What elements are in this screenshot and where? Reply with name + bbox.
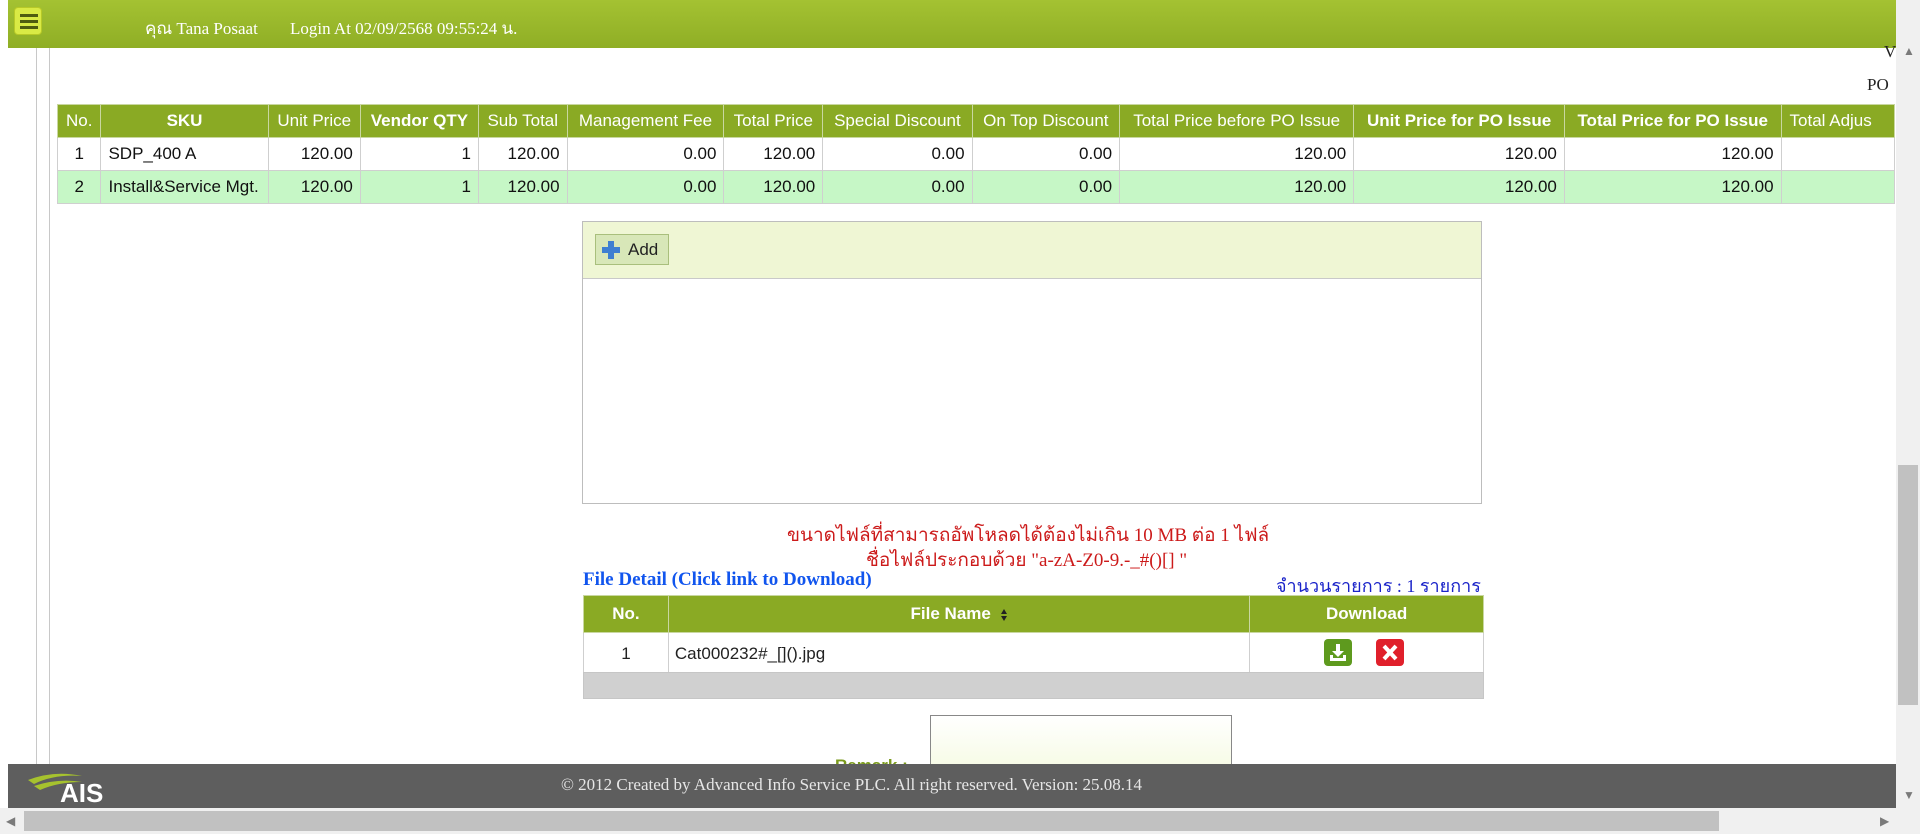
scroll-up-arrow-icon[interactable]: ▲ (1903, 44, 1915, 58)
table-row: 2 Install&Service Mgt. 120.00 1 120.00 0… (57, 170, 1895, 204)
cell-vendor-qty: 1 (359, 137, 480, 171)
vertical-scroll-thumb[interactable] (1898, 465, 1918, 705)
cell-on-top-discount: 0.00 (971, 170, 1121, 204)
download-icon[interactable] (1324, 639, 1353, 666)
file-drop-area[interactable] (583, 279, 1481, 503)
cell-total-price-po: 120.00 (1563, 170, 1782, 204)
scroll-right-arrow-icon[interactable]: ▶ (1880, 814, 1889, 828)
truncated-label-po: PO (1867, 75, 1889, 94)
file-actions-cell (1249, 632, 1484, 676)
cell-on-top-discount: 0.00 (971, 137, 1121, 171)
col-header-file-name[interactable]: File Name (667, 595, 1251, 633)
file-table-header: No. File Name Download (583, 595, 1484, 633)
delete-icon[interactable] (1376, 639, 1405, 666)
col-header-download: Download (1249, 595, 1484, 633)
cell-management-fee: 0.00 (566, 137, 725, 171)
file-table: No. File Name Download 1 Cat000232#_[]()… (583, 595, 1484, 676)
col-header-total-adjust: Total Adjus (1780, 104, 1895, 138)
table-row: 1 Cat000232#_[]().jpg (583, 632, 1484, 676)
add-file-button[interactable]: Add (595, 234, 669, 265)
scroll-left-arrow-icon[interactable]: ◀ (6, 814, 15, 828)
col-header-on-top-discount: On Top Discount (971, 104, 1121, 138)
ais-logo: AIS (24, 768, 114, 808)
add-button-label: Add (628, 240, 659, 259)
col-header-no: No. (57, 104, 102, 138)
upload-panel: Add (582, 221, 1482, 504)
col-header-no: No. (583, 595, 669, 633)
file-detail-title: File Detail (Click link to Download) (583, 569, 872, 590)
cell-total-before-po: 120.00 (1119, 170, 1355, 204)
cell-no: 1 (57, 137, 102, 171)
col-header-unit-price: Unit Price (267, 104, 361, 138)
col-header-total-before-po: Total Price before PO Issue (1119, 104, 1355, 138)
cell-sub-total: 120.00 (478, 170, 568, 204)
cell-total-adjust (1780, 170, 1895, 204)
cell-total-price: 120.00 (723, 137, 824, 171)
file-name-header-label: File Name (910, 604, 991, 623)
cell-special-discount: 0.00 (822, 137, 973, 171)
col-header-sku: SKU (100, 104, 269, 138)
login-timestamp: Login At 02/09/2568 09:55:24 น. (290, 19, 518, 38)
ais-logo-text: AIS (60, 778, 104, 808)
cell-unit-price-po: 120.00 (1353, 170, 1565, 204)
cell-special-discount: 0.00 (822, 170, 973, 204)
table-row: 1 SDP_400 A 120.00 1 120.00 0.00 120.00 … (57, 137, 1895, 171)
col-header-special-discount: Special Discount (822, 104, 973, 138)
sku-table-container: No. SKU Unit Price Vendor QTY Sub Total … (57, 104, 1895, 208)
copyright-text: © 2012 Created by Advanced Info Service … (561, 775, 1143, 794)
scroll-down-arrow-icon[interactable]: ▼ (1903, 788, 1915, 802)
frame-border-inner (49, 48, 50, 764)
col-header-sub-total: Sub Total (478, 104, 568, 138)
cell-management-fee: 0.00 (566, 170, 725, 204)
horizontal-scroll-thumb[interactable] (24, 811, 1719, 831)
plus-icon (602, 241, 620, 259)
file-name-rule-notice: ชื่อไฟล์ประกอบด้วย "a-zA-Z0-9.-_#()[] " (866, 550, 1188, 571)
file-name-link[interactable]: Cat000232#_[]().jpg (667, 632, 1251, 676)
sort-icon[interactable] (1000, 607, 1008, 621)
cell-no: 2 (57, 170, 102, 204)
file-table-footer (583, 672, 1484, 699)
cell-total-price-po: 120.00 (1563, 137, 1782, 171)
cell-unit-price: 120.00 (267, 137, 361, 171)
file-row-no: 1 (583, 632, 669, 676)
cell-vendor-qty: 1 (359, 170, 480, 204)
upload-toolbar: Add (583, 222, 1481, 279)
col-header-unit-price-po: Unit Price for PO Issue (1353, 104, 1565, 138)
col-header-vendor-qty: Vendor QTY (359, 104, 480, 138)
cell-sub-total: 120.00 (478, 137, 568, 171)
cell-unit-price: 120.00 (267, 170, 361, 204)
col-header-total-price-po: Total Price for PO Issue (1563, 104, 1782, 138)
user-name: คุณ Tana Posaat (145, 19, 258, 38)
sku-table: No. SKU Unit Price Vendor QTY Sub Total … (57, 104, 1895, 204)
hamburger-menu-icon[interactable] (14, 7, 42, 35)
cell-total-before-po: 120.00 (1119, 137, 1355, 171)
col-header-management-fee: Management Fee (566, 104, 725, 138)
cell-sku: Install&Service Mgt. (100, 170, 269, 204)
truncated-label-top: V (1884, 42, 1897, 61)
sku-table-header: No. SKU Unit Price Vendor QTY Sub Total … (57, 104, 1895, 138)
cell-unit-price-po: 120.00 (1353, 137, 1565, 171)
cell-total-price: 120.00 (723, 170, 824, 204)
remark-textarea[interactable] (930, 715, 1232, 767)
col-header-total-price: Total Price (723, 104, 824, 138)
frame-border-left (36, 48, 37, 764)
cell-sku: SDP_400 A (100, 137, 269, 171)
cell-total-adjust (1780, 137, 1895, 171)
